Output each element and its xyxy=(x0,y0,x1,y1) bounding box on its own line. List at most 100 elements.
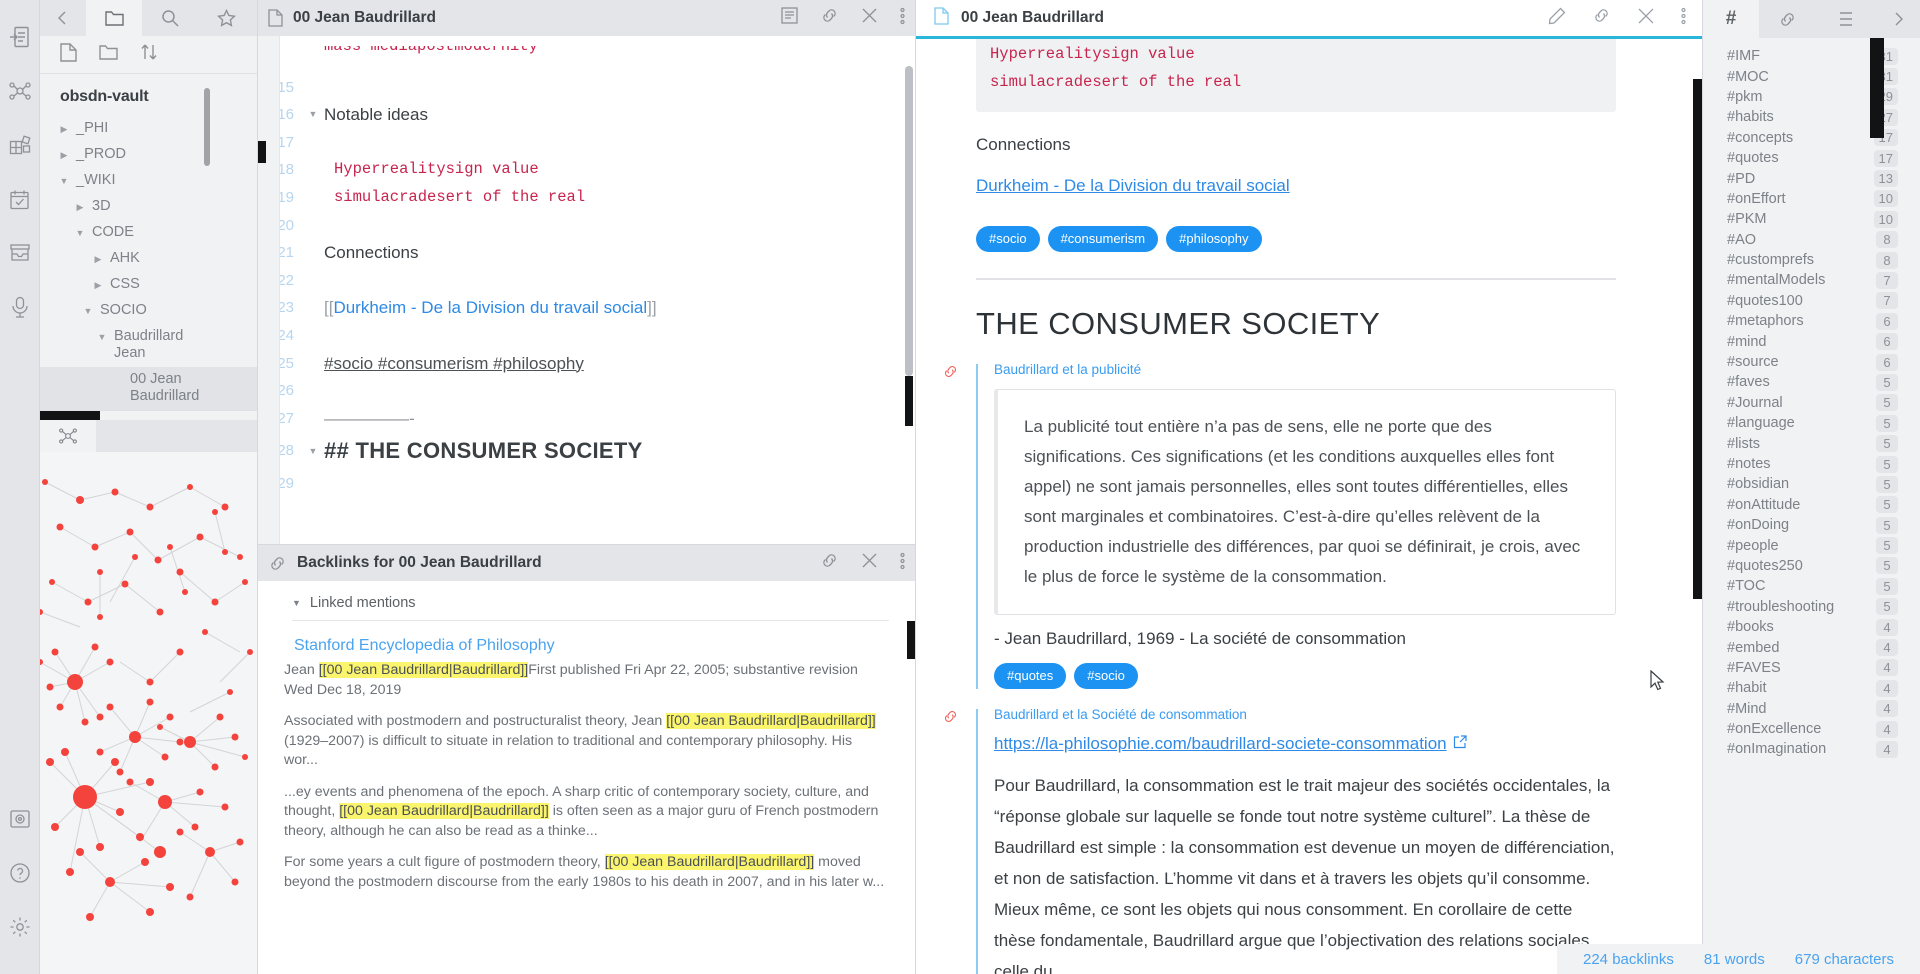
tree-folder-wiki[interactable]: ▼ _WIKI xyxy=(40,168,257,194)
backlink-source-file[interactable]: Stanford Encyclopedia of Philosophy xyxy=(284,629,889,661)
tag-row[interactable]: #quotes100 7 xyxy=(1703,291,1920,311)
editor-line[interactable]: mass mediapostmodernity xyxy=(258,46,915,74)
external-link-icon[interactable] xyxy=(1453,735,1467,754)
vault-safe-icon[interactable] xyxy=(3,802,37,836)
tag-row[interactable]: #lists 5 xyxy=(1703,433,1920,453)
backlink-snippet[interactable]: For some years a cult figure of postmode… xyxy=(284,853,889,892)
twisty-icon[interactable]: ▶ xyxy=(92,276,104,294)
link-icon[interactable] xyxy=(1592,7,1611,29)
twisty-icon[interactable]: ▼ xyxy=(96,328,108,346)
audio-recorder-icon[interactable] xyxy=(3,290,37,324)
tag-row[interactable]: #obsidian 5 xyxy=(1703,474,1920,494)
tree-folder-css[interactable]: ▶ CSS xyxy=(40,272,257,298)
settings-gear-icon[interactable] xyxy=(3,910,37,944)
tag-row[interactable]: #people 5 xyxy=(1703,535,1920,555)
status-word-count[interactable]: 81 words xyxy=(1704,951,1765,968)
fold-toggle[interactable]: ▼ xyxy=(304,101,322,129)
tag-row[interactable]: #pkm 29 xyxy=(1703,87,1920,107)
new-folder-button[interactable] xyxy=(99,44,118,66)
tag-row[interactable]: #onAttitude 5 xyxy=(1703,495,1920,515)
editor-line[interactable]: 18 Hyperrealitysign value xyxy=(258,156,915,184)
outline-tab[interactable] xyxy=(1815,0,1871,38)
twisty-icon[interactable]: ▼ xyxy=(58,172,70,190)
tag-row[interactable]: #onExcellence 4 xyxy=(1703,719,1920,739)
tree-folder-3d[interactable]: ▶ 3D xyxy=(40,194,257,220)
editor-scrollbar[interactable] xyxy=(905,66,913,376)
file-explorer-tab[interactable] xyxy=(86,0,142,36)
tags-tab[interactable]: # xyxy=(1703,0,1759,38)
close-icon[interactable] xyxy=(1637,7,1655,30)
tag-pill[interactable]: #consumerism xyxy=(1047,226,1159,252)
linked-mentions-header[interactable]: ▼ Linked mentions xyxy=(292,595,889,621)
tag-row[interactable]: #mind 6 xyxy=(1703,331,1920,351)
tree-folder-phi[interactable]: ▶ _PHI xyxy=(40,116,257,142)
twisty-icon[interactable]: ▶ xyxy=(74,198,86,216)
tag-row[interactable]: #PKM 10 xyxy=(1703,209,1920,229)
twisty-icon[interactable]: ▶ xyxy=(58,120,70,138)
tag-row[interactable]: #Mind 4 xyxy=(1703,699,1920,719)
tag-row[interactable]: #FAVES 4 xyxy=(1703,658,1920,678)
help-icon[interactable] xyxy=(3,856,37,890)
tag-row[interactable]: #mentalModels 7 xyxy=(1703,270,1920,290)
tag-row[interactable]: #troubleshooting 5 xyxy=(1703,597,1920,617)
editor-inline-tags[interactable]: #socio #consumerism #philosophy xyxy=(322,350,584,378)
tag-list[interactable]: #IMF 31 #MOC 31 #pkm 29 #habits 27 #concepts… xyxy=(1703,38,1920,974)
editor-line-heading[interactable]: 28 ▼ ## THE CONSUMER SOCIETY xyxy=(258,432,915,470)
tag-row[interactable]: #MOC 31 xyxy=(1703,66,1920,86)
sidebar-collapse-button[interactable] xyxy=(40,0,86,36)
tag-row[interactable]: #IMF 31 xyxy=(1703,46,1920,66)
embed-title[interactable]: Baudrillard et la Société de consommatio… xyxy=(994,707,1616,722)
tag-row[interactable]: #books 4 xyxy=(1703,617,1920,637)
backlink-snippet[interactable]: Jean [[00 Jean Baudrillard|Baudrillard]]… xyxy=(284,661,889,700)
twisty-icon[interactable]: ▶ xyxy=(92,250,104,268)
backlink-snippet[interactable]: ...ey events and phenomena of the epoch.… xyxy=(284,783,889,842)
pencil-icon[interactable] xyxy=(1548,7,1566,30)
tree-folder-prod[interactable]: ▶ _PROD xyxy=(40,142,257,168)
tag-pill[interactable]: #socio xyxy=(1074,663,1138,689)
tag-row[interactable]: #quotes 17 xyxy=(1703,148,1920,168)
tag-row[interactable]: #embed 4 xyxy=(1703,637,1920,657)
twisty-icon[interactable]: ▶ xyxy=(58,146,70,164)
tag-row[interactable]: #onEffort 10 xyxy=(1703,189,1920,209)
editor-line-wikilink[interactable]: 23 [[Durkheim - De la Division du travai… xyxy=(258,294,915,322)
tag-row[interactable]: #onDoing 5 xyxy=(1703,515,1920,535)
local-graph-tab[interactable] xyxy=(40,419,96,452)
tag-pill[interactable]: #quotes xyxy=(994,663,1067,689)
more-vertical-icon[interactable] xyxy=(900,7,905,30)
tree-folder-baudrillard-jean[interactable]: ▼ Baudrillard Jean xyxy=(40,324,257,367)
tag-pill[interactable]: #philosophy xyxy=(1166,226,1262,252)
embed-link-icon[interactable] xyxy=(942,709,959,729)
tree-folder-ahk[interactable]: ▶ AHK xyxy=(40,246,257,272)
tag-row[interactable]: #Journal 5 xyxy=(1703,393,1920,413)
status-character-count[interactable]: 679 characters xyxy=(1795,951,1894,968)
twisty-icon[interactable]: ▼ xyxy=(74,224,86,242)
tag-row[interactable]: #habits 27 xyxy=(1703,107,1920,127)
search-tab[interactable] xyxy=(142,0,198,36)
internal-link-durkheim[interactable]: Durkheim - De la Division du travail soc… xyxy=(976,176,1290,196)
embed-link-icon[interactable] xyxy=(942,364,959,384)
link-icon[interactable] xyxy=(820,7,839,29)
more-vertical-icon[interactable] xyxy=(900,552,905,575)
tag-row[interactable]: #customprefs 8 xyxy=(1703,250,1920,270)
backlinks-body[interactable]: ▼ Linked mentions Stanford Encyclopedia … xyxy=(258,581,915,974)
local-graph-canvas[interactable] xyxy=(40,451,257,974)
editor-line[interactable]: 26 xyxy=(258,377,915,405)
sidebar-split-divider[interactable] xyxy=(40,409,257,420)
sort-button[interactable] xyxy=(140,43,158,66)
wikilink-target[interactable]: Durkheim - De la Division du travail soc… xyxy=(333,298,647,317)
tag-row[interactable]: #onImagination 4 xyxy=(1703,739,1920,759)
editor-line[interactable]: 16 ▼ Notable ideas xyxy=(258,101,915,129)
editor-line[interactable]: 15 xyxy=(258,74,915,102)
tree-folder-socio[interactable]: ▼ SOCIO xyxy=(40,298,257,324)
backlinks-scrollbar[interactable] xyxy=(907,621,915,659)
tag-row[interactable]: #faves 5 xyxy=(1703,372,1920,392)
editor-line[interactable]: 22 xyxy=(258,267,915,295)
tagpane-scrollbar[interactable] xyxy=(1870,38,1884,138)
link-icon[interactable] xyxy=(820,552,839,574)
tree-folder-code[interactable]: ▼ CODE xyxy=(40,220,257,246)
editor-line[interactable]: 20 xyxy=(258,212,915,240)
tag-row[interactable]: #source 6 xyxy=(1703,352,1920,372)
editor-scrollbar-thumb[interactable] xyxy=(905,376,913,426)
twisty-icon[interactable]: ▼ xyxy=(292,598,301,608)
twisty-icon[interactable]: ▼ xyxy=(82,302,94,320)
